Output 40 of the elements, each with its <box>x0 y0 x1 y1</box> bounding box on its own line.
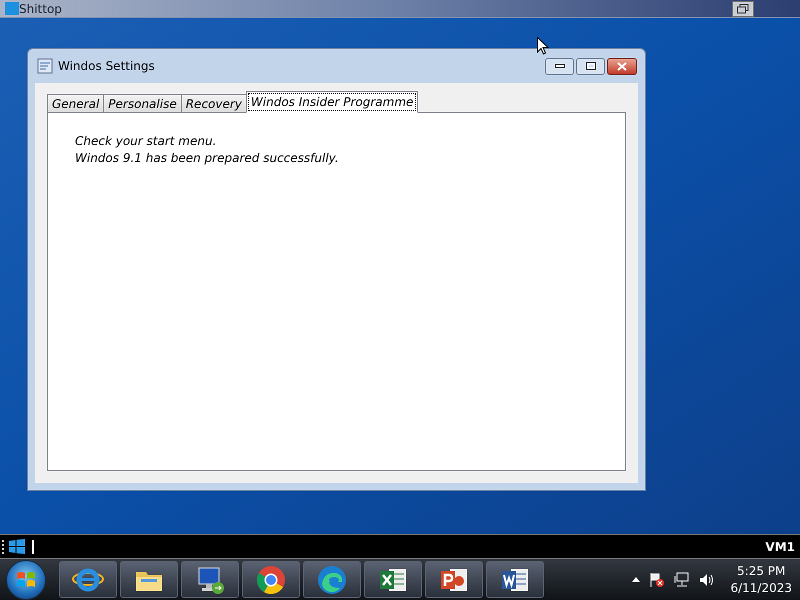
text-cursor <box>32 540 34 554</box>
restore-button[interactable] <box>732 0 754 16</box>
network-icon[interactable] <box>674 572 690 588</box>
app-icon <box>5 2 19 15</box>
settings-window-icon <box>37 58 53 74</box>
mouse-cursor-icon <box>537 37 549 55</box>
tab[interactable]: Windos Insider Programme <box>246 91 418 113</box>
maximize-button[interactable] <box>576 58 605 74</box>
tab[interactable]: Personalise <box>103 94 182 113</box>
minimize-icon <box>554 64 564 68</box>
top-bar-title: Shittop <box>19 2 62 14</box>
minimize-button[interactable] <box>545 58 574 74</box>
taskbar-app-button[interactable] <box>425 561 483 598</box>
clock-date[interactable]: 6/11/2023 <box>730 580 792 596</box>
message-text: Windos 9.1 has been prepared successfully. <box>75 150 340 167</box>
command-bar-label: VM1 <box>765 538 795 556</box>
close-icon <box>617 62 627 70</box>
show-hidden-icons-icon[interactable] <box>632 577 640 582</box>
tab[interactable]: General <box>47 94 104 113</box>
taskbar-app-button[interactable] <box>364 561 422 598</box>
taskbar-app-button[interactable] <box>120 561 178 598</box>
taskbar-app-button[interactable] <box>242 561 300 598</box>
close-button[interactable] <box>607 58 637 74</box>
restore-icon <box>737 4 749 14</box>
taskbar-app-button[interactable] <box>303 561 361 598</box>
tab[interactable]: Recovery <box>180 94 247 113</box>
windows-logo-icon <box>9 539 25 554</box>
windows-flag-icon <box>16 570 36 588</box>
taskbar-app-button[interactable] <box>486 561 544 598</box>
maximize-icon <box>586 62 596 70</box>
flag-icon[interactable] <box>649 572 666 588</box>
edge-icon <box>316 564 348 596</box>
start-button[interactable] <box>6 560 46 600</box>
message-text: Check your start menu. <box>75 133 218 150</box>
chrome-icon <box>255 564 287 596</box>
clock-time[interactable]: 5:25 PM <box>737 562 786 580</box>
taskbar-app-button[interactable] <box>181 561 239 598</box>
window-title: Windos Settings <box>58 58 155 75</box>
taskbar-app-button[interactable] <box>59 561 117 598</box>
speaker-icon[interactable] <box>699 572 716 586</box>
